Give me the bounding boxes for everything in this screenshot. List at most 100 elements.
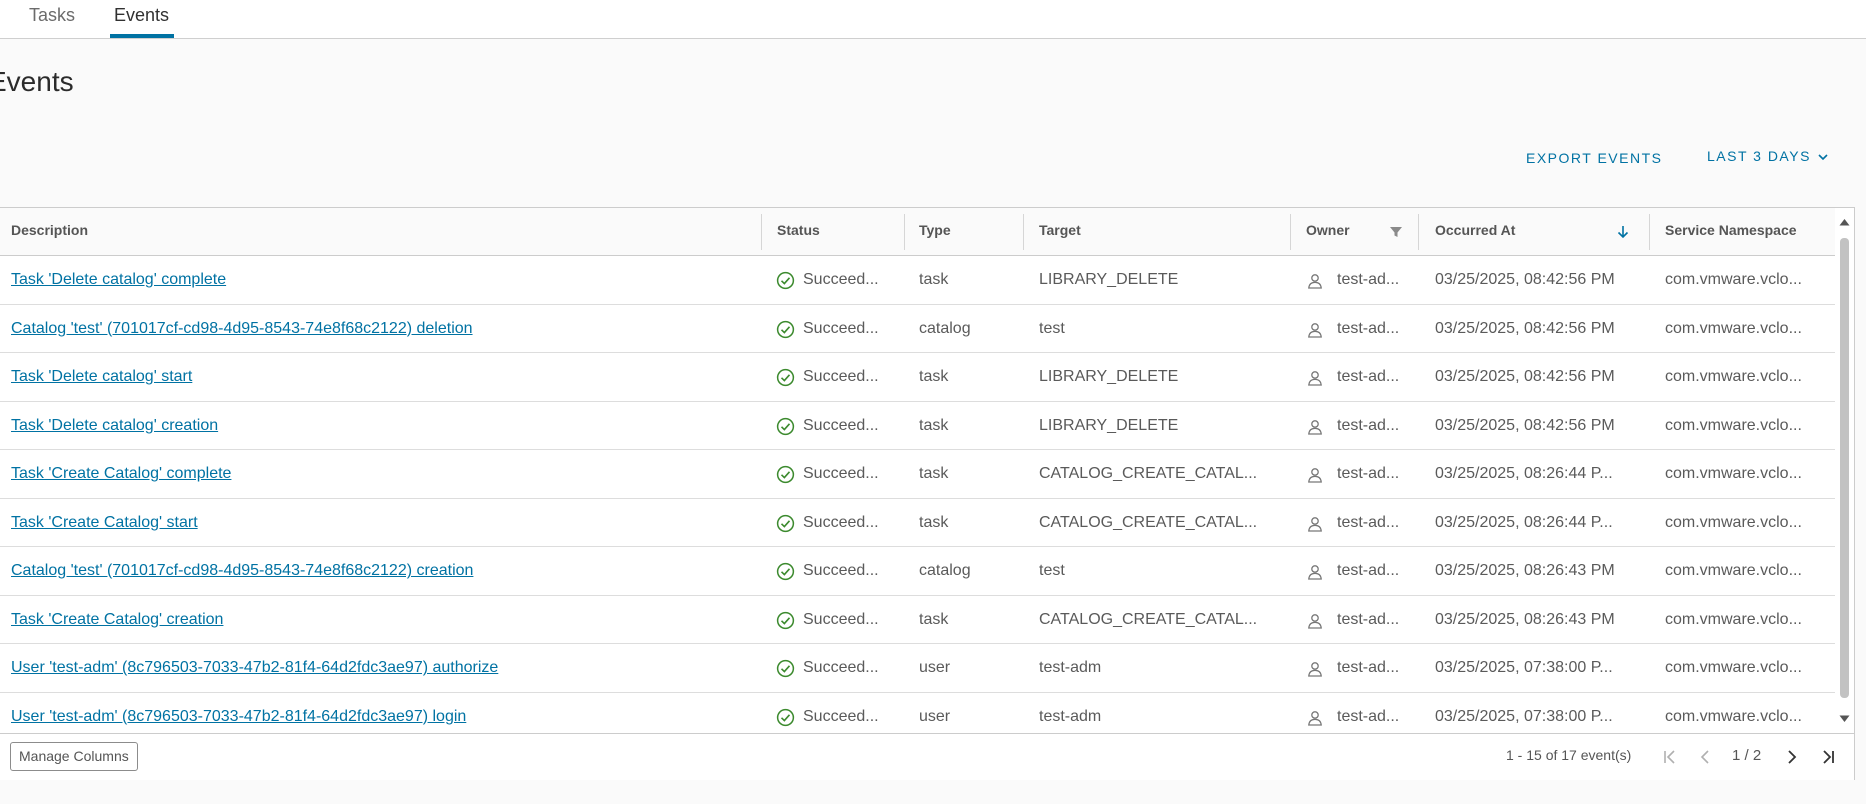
event-description-link[interactable]: User 'test-adm' (8c796503-7033-47b2-81f4…: [11, 659, 498, 676]
column-header-status[interactable]: Status: [766, 208, 820, 256]
next-page-icon[interactable]: [1782, 747, 1802, 767]
sort-descending-icon[interactable]: [1615, 224, 1631, 240]
event-description-link[interactable]: Task 'Delete catalog' start: [11, 368, 192, 385]
target-cell: CATALOG_CREATE_CATAL...: [1039, 465, 1258, 482]
owner-cell: test-ad...: [1337, 513, 1400, 531]
event-description-link[interactable]: Task 'Create Catalog' start: [11, 514, 198, 531]
table-row[interactable]: Catalog 'test' (701017cf-cd98-4d95-8543-…: [0, 547, 1835, 596]
event-description-link[interactable]: Task 'Create Catalog' creation: [11, 611, 223, 628]
status-cell: Succeed...: [803, 319, 879, 337]
user-icon: [1306, 321, 1324, 339]
manage-columns-button[interactable]: Manage Columns: [10, 742, 138, 771]
table-row[interactable]: Task 'Create Catalog' complete Succeed...…: [0, 450, 1835, 499]
table-row[interactable]: Task 'Delete catalog' complete Succeed...…: [0, 256, 1835, 305]
description-cell: Catalog 'test' (701017cf-cd98-4d95-8543-…: [11, 547, 751, 595]
description-cell: Task 'Create Catalog' start: [11, 499, 751, 547]
scroll-down-icon[interactable]: [1839, 715, 1850, 723]
target-cell: LIBRARY_DELETE: [1039, 271, 1179, 288]
occurred-at-cell: 03/25/2025, 07:38:00 P...: [1435, 659, 1613, 676]
user-icon: [1306, 466, 1324, 484]
type-cell: task: [919, 465, 949, 482]
filter-icon[interactable]: [1388, 224, 1404, 240]
column-header-target[interactable]: Target: [1028, 208, 1081, 256]
last-page-icon[interactable]: [1818, 747, 1838, 767]
table-row[interactable]: Catalog 'test' (701017cf-cd98-4d95-8543-…: [0, 305, 1835, 353]
event-description-link[interactable]: Catalog 'test' (701017cf-cd98-4d95-8543-…: [11, 320, 473, 337]
status-cell: Succeed...: [803, 659, 879, 676]
event-description-link[interactable]: User 'test-adm' (8c796503-7033-47b2-81f4…: [11, 708, 466, 725]
occurred-at-cell: 03/25/2025, 08:26:43 PM: [1435, 562, 1615, 579]
status-cell: Succeed...: [803, 416, 879, 434]
occurred-at-cell: 03/25/2025, 08:42:56 PM: [1435, 416, 1615, 434]
status-cell: Succeed...: [803, 368, 879, 385]
owner-cell: test-ad...: [1337, 319, 1400, 337]
occurred-at-cell: 03/25/2025, 08:42:56 PM: [1435, 319, 1615, 337]
table-row[interactable]: User 'test-adm' (8c796503-7033-47b2-81f4…: [0, 644, 1835, 693]
table-row[interactable]: Task 'Create Catalog' creation Succeed...…: [0, 596, 1835, 644]
first-page-icon[interactable]: [1660, 747, 1680, 767]
event-description-link[interactable]: Task 'Delete catalog' creation: [11, 417, 218, 434]
type-cell: user: [919, 659, 951, 676]
column-header-type[interactable]: Type: [908, 208, 951, 256]
datagrid-header: Description Status Type Target Owner Occ…: [0, 208, 1835, 256]
occurred-at-cell: 03/25/2025, 08:42:56 PM: [1435, 368, 1615, 385]
event-description-link[interactable]: Task 'Delete catalog' complete: [11, 271, 226, 288]
occurred-at-cell: 03/25/2025, 08:26:44 P...: [1435, 513, 1613, 531]
owner-cell: test-ad...: [1337, 416, 1400, 434]
scroll-up-icon[interactable]: [1839, 218, 1850, 226]
check-circle-icon: [776, 708, 795, 727]
target-cell: CATALOG_CREATE_CATAL...: [1039, 610, 1258, 628]
tab-tasks[interactable]: Tasks: [29, 5, 75, 26]
check-circle-icon: [776, 514, 795, 533]
status-cell: Succeed...: [803, 562, 879, 579]
export-events-button[interactable]: EXPORT EVENTS: [1526, 150, 1662, 166]
column-header-owner[interactable]: Owner: [1295, 208, 1350, 256]
column-separator[interactable]: [1649, 214, 1650, 250]
active-tab-indicator: [110, 34, 174, 38]
vertical-scrollbar[interactable]: [1835, 208, 1854, 733]
description-cell: User 'test-adm' (8c796503-7033-47b2-81f4…: [11, 644, 751, 692]
service-namespace-cell: com.vmware.vclo...: [1665, 562, 1802, 579]
check-circle-icon: [776, 368, 795, 387]
target-cell: test: [1039, 562, 1065, 579]
table-row[interactable]: Task 'Delete catalog' start Succeed... tas…: [0, 353, 1835, 402]
date-range-dropdown[interactable]: LAST 3 DAYS: [1707, 148, 1828, 164]
target-cell: LIBRARY_DELETE: [1039, 416, 1179, 434]
description-cell: Task 'Delete catalog' creation: [11, 402, 751, 450]
table-row[interactable]: Task 'Delete catalog' creation Succeed...…: [0, 402, 1835, 450]
check-circle-icon: [776, 271, 795, 290]
page-indicator[interactable]: 1 / 2: [1732, 747, 1761, 764]
type-cell: task: [919, 368, 949, 385]
check-circle-icon: [776, 320, 795, 339]
owner-cell: test-ad...: [1337, 465, 1400, 482]
event-description-link[interactable]: Task 'Create Catalog' complete: [11, 465, 231, 482]
status-cell: Succeed...: [803, 465, 879, 482]
type-cell: task: [919, 271, 949, 288]
owner-cell: test-ad...: [1337, 368, 1400, 385]
description-cell: Task 'Create Catalog' creation: [11, 596, 751, 644]
occurred-at-cell: 03/25/2025, 08:26:43 PM: [1435, 610, 1615, 628]
column-separator[interactable]: [1418, 214, 1419, 250]
service-namespace-cell: com.vmware.vclo...: [1665, 465, 1802, 482]
tab-events[interactable]: Events: [114, 5, 169, 26]
events-datagrid: Description Status Type Target Owner Occ…: [0, 207, 1855, 780]
check-circle-icon: [776, 562, 795, 581]
owner-cell: test-ad...: [1337, 659, 1400, 676]
column-header-service-namespace[interactable]: Service Namespace: [1654, 208, 1797, 256]
service-namespace-cell: com.vmware.vclo...: [1665, 659, 1802, 676]
column-separator[interactable]: [1290, 214, 1291, 250]
event-description-link[interactable]: Catalog 'test' (701017cf-cd98-4d95-8543-…: [11, 562, 473, 579]
column-separator[interactable]: [761, 214, 762, 250]
table-row[interactable]: Task 'Create Catalog' start Succeed... tas…: [0, 499, 1835, 547]
previous-page-icon[interactable]: [1695, 747, 1715, 767]
column-separator[interactable]: [904, 214, 905, 250]
pagination-range: 1 - 15 of 17 event(s): [1506, 747, 1632, 763]
page-title: Events: [0, 66, 74, 97]
scroll-thumb[interactable]: [1840, 238, 1849, 698]
check-circle-icon: [776, 465, 795, 484]
type-cell: task: [919, 513, 949, 531]
column-separator[interactable]: [1023, 214, 1024, 250]
column-header-description[interactable]: Description: [0, 208, 88, 256]
type-cell: catalog: [919, 562, 971, 579]
column-header-occurred-at[interactable]: Occurred At: [1424, 208, 1515, 256]
